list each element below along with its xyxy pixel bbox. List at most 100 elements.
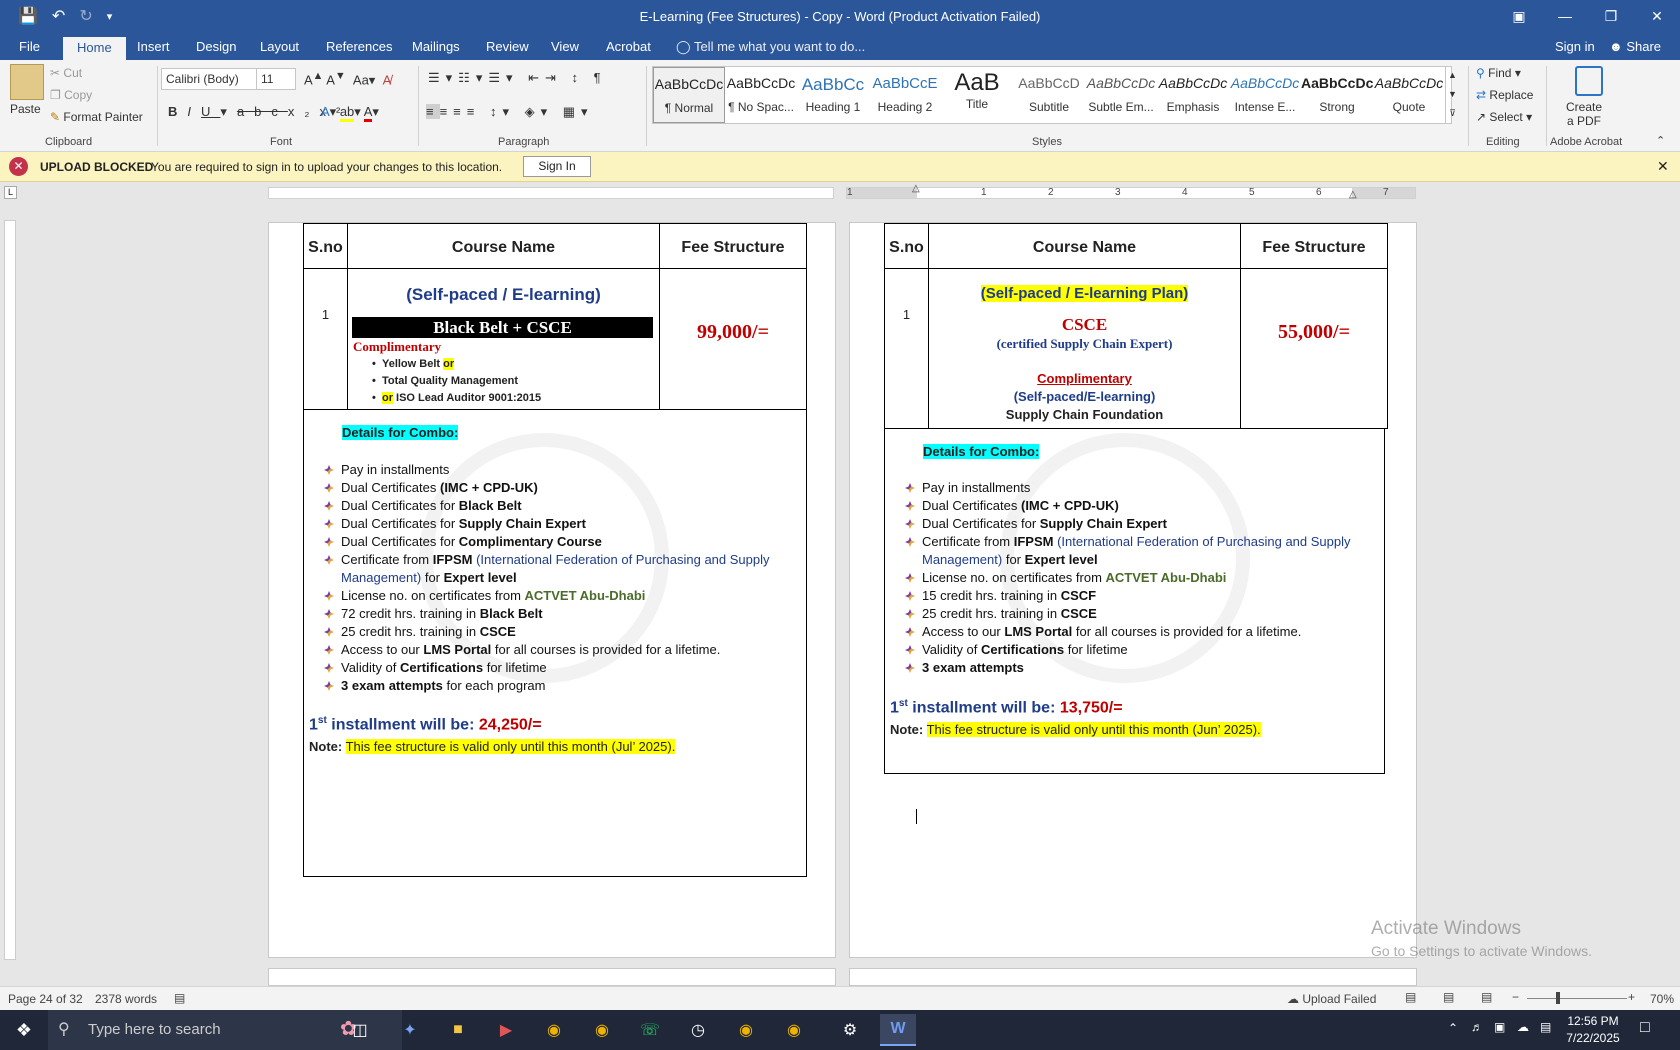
tab-review[interactable]: Review [486,39,529,54]
replace-label: Replace [1489,88,1534,102]
find-button[interactable]: ⚲ Find ▾ [1476,66,1521,80]
proofing-icon[interactable]: ▤ [174,991,185,1005]
minimize-icon[interactable]: — [1542,0,1588,32]
display-icon[interactable]: ▤ [1540,1020,1551,1034]
right-indent-marker-icon[interactable]: △ [1349,189,1357,200]
share-button[interactable]: ☻ Share [1609,39,1661,54]
read-mode-icon[interactable]: ▤ [1405,990,1416,1004]
clock-app-icon[interactable]: ◷ [680,1014,716,1046]
chrome-third-icon[interactable]: ◉ [776,1014,812,1046]
tab-layout[interactable]: Layout [260,39,299,54]
zoom-thumb[interactable] [1556,992,1560,1004]
zoom-slider[interactable] [1527,998,1627,999]
ribbon-display-icon[interactable]: ▣ [1496,0,1542,32]
tab-view[interactable]: View [551,39,579,54]
next-page-left[interactable] [268,968,836,986]
ruler-number: 4 [1182,187,1188,198]
style-emphasis[interactable]: AaBbCcDc Emphasis [1157,67,1229,123]
tab-design[interactable]: Design [196,39,236,54]
sign-in-button[interactable]: Sign In [523,156,591,177]
cut-button[interactable]: ✂ Cut [50,66,82,80]
media-app-icon[interactable]: ▶ [488,1014,524,1046]
tab-references[interactable]: References [326,39,392,54]
collapse-ribbon-icon[interactable]: ⌃ [1656,134,1665,147]
share-label: Share [1626,39,1662,54]
paste-button[interactable]: Paste [10,102,41,116]
font-name-dropdown[interactable]: Calibri (Body) [161,68,257,90]
tab-mailings[interactable]: Mailings [412,39,460,54]
style-strong[interactable]: AaBbCcDc Strong [1301,67,1373,123]
zoom-level[interactable]: 70% [1650,992,1674,1006]
clock-time[interactable]: 12:56 PM [1565,1014,1621,1028]
close-icon[interactable]: ✕ [1634,0,1680,32]
ruler-right-track[interactable]: 1 1 2 3 4 5 6 7 △ △ [846,183,1416,200]
tell-me-search[interactable]: ◯ Tell me what you want to do... [676,39,865,55]
task-view-icon[interactable]: ◫ [342,1014,378,1046]
tab-insert[interactable]: Insert [137,39,170,54]
styles-scroll[interactable]: ▲ ▼ ⊽ [1445,66,1459,124]
next-page-right[interactable] [849,968,1417,986]
create-pdf-icon[interactable] [1575,66,1603,96]
settings-gear-icon[interactable]: ⚙ [832,1014,868,1046]
font-group-label: Font [270,136,293,148]
indent-marker-icon[interactable]: △ [912,183,920,194]
volume-icon[interactable]: ♬ [1471,1020,1483,1034]
paste-icon[interactable] [10,64,44,100]
style-normal[interactable]: AaBbCcDc ¶ Normal [653,67,725,123]
tab-file[interactable]: File [19,39,40,54]
web-layout-icon[interactable]: ▤ [1481,990,1492,1004]
chrome-second-icon[interactable]: ◉ [728,1014,764,1046]
tab-home[interactable]: Home [63,37,126,60]
style-no-spacing[interactable]: AaBbCcDc ¶ No Spac... [725,67,797,123]
dismiss-icon[interactable]: ✕ [1657,158,1669,175]
word-count[interactable]: 2378 words [95,992,157,1006]
zoom-out-icon[interactable]: − [1512,990,1519,1004]
tray-chevron-icon[interactable]: ⌃ [1448,1021,1458,1035]
cell-sno [303,268,348,410]
select-button[interactable]: ↗ Select ▾ [1476,110,1532,124]
signin-link[interactable]: Sign in [1555,39,1595,54]
font-color-buttons[interactable]: A▾ ab▾ A▾ [321,104,379,122]
style-quote[interactable]: AaBbCcDc Quote [1373,67,1445,123]
tab-acrobat[interactable]: Acrobat [606,39,651,54]
list-buttons[interactable]: ☰▾☷▾☰▾ ⇤⇥ ↕ ¶ [428,70,607,86]
style-intense-emphasis[interactable]: AaBbCcDc Intense E... [1229,67,1301,123]
style-name: ¶ No Spac... [728,100,794,114]
complimentary-item: • Total Quality Management [372,375,519,387]
notifications-icon[interactable]: □ [1640,1019,1650,1037]
print-layout-icon[interactable]: ▤ [1443,990,1454,1004]
style-subtitle[interactable]: AaBbCcD Subtitle [1013,67,1085,123]
zoom-in-icon[interactable]: + [1628,990,1635,1004]
tab-selector-icon[interactable]: L [4,186,17,199]
replace-button[interactable]: ⇄ Replace [1476,88,1533,102]
windows-start-icon[interactable]: ❖ [6,1014,42,1046]
document-page-left[interactable]: S.no Course Name Fee Structure 1 (Self-p… [268,222,836,958]
style-subtle-emphasis[interactable]: AaBbCcDc Subtle Em... [1085,67,1157,123]
restore-icon[interactable]: ❐ [1588,0,1634,32]
chrome-icon[interactable]: ◉ [536,1014,572,1046]
upload-status[interactable]: ☁ Upload Failed [1287,992,1376,1006]
network-icon[interactable]: ☁ [1517,1020,1529,1034]
whatsapp-icon[interactable]: ☏ [632,1014,668,1046]
format-painter-button[interactable]: ✎ Format Painter [50,110,143,124]
font-size-controls[interactable]: A▲ A▼ Aa▾ A̸ [304,70,391,88]
word-app-icon[interactable]: W [880,1014,916,1046]
copilot-icon[interactable]: ✦ [392,1014,428,1046]
alignment-buttons[interactable]: ≡≡≡≡ ↕▾ ◈▾ ▦▾ [426,104,594,120]
create-pdf-button[interactable]: Create a PDF [1566,100,1602,128]
copy-button[interactable]: ❐ Copy [50,88,92,102]
file-explorer-icon[interactable]: ■ [440,1014,476,1046]
fee-amount: 99,000/= [697,321,769,343]
brush-icon: ✎ [50,110,61,124]
style-heading-2[interactable]: AaBbCcE Heading 2 [869,67,941,123]
style-heading-1[interactable]: AaBbCc Heading 1 [797,67,869,123]
clock-date[interactable]: 7/22/2025 [1565,1031,1621,1045]
pdf-label: a PDF [1567,114,1602,128]
tray-app-icon[interactable]: ▣ [1494,1020,1505,1034]
chrome-profile-icon[interactable]: ◉ [584,1014,620,1046]
page-count[interactable]: Page 24 of 32 [8,992,83,1006]
document-page-right[interactable]: S.no Course Name Fee Structure 1 (Self-p… [849,222,1417,958]
horizontal-ruler: L 1 1 2 3 4 5 6 7 △ △ [0,182,1680,204]
style-title[interactable]: AaB Title [941,67,1013,123]
font-size-dropdown[interactable]: 11 [256,68,296,90]
